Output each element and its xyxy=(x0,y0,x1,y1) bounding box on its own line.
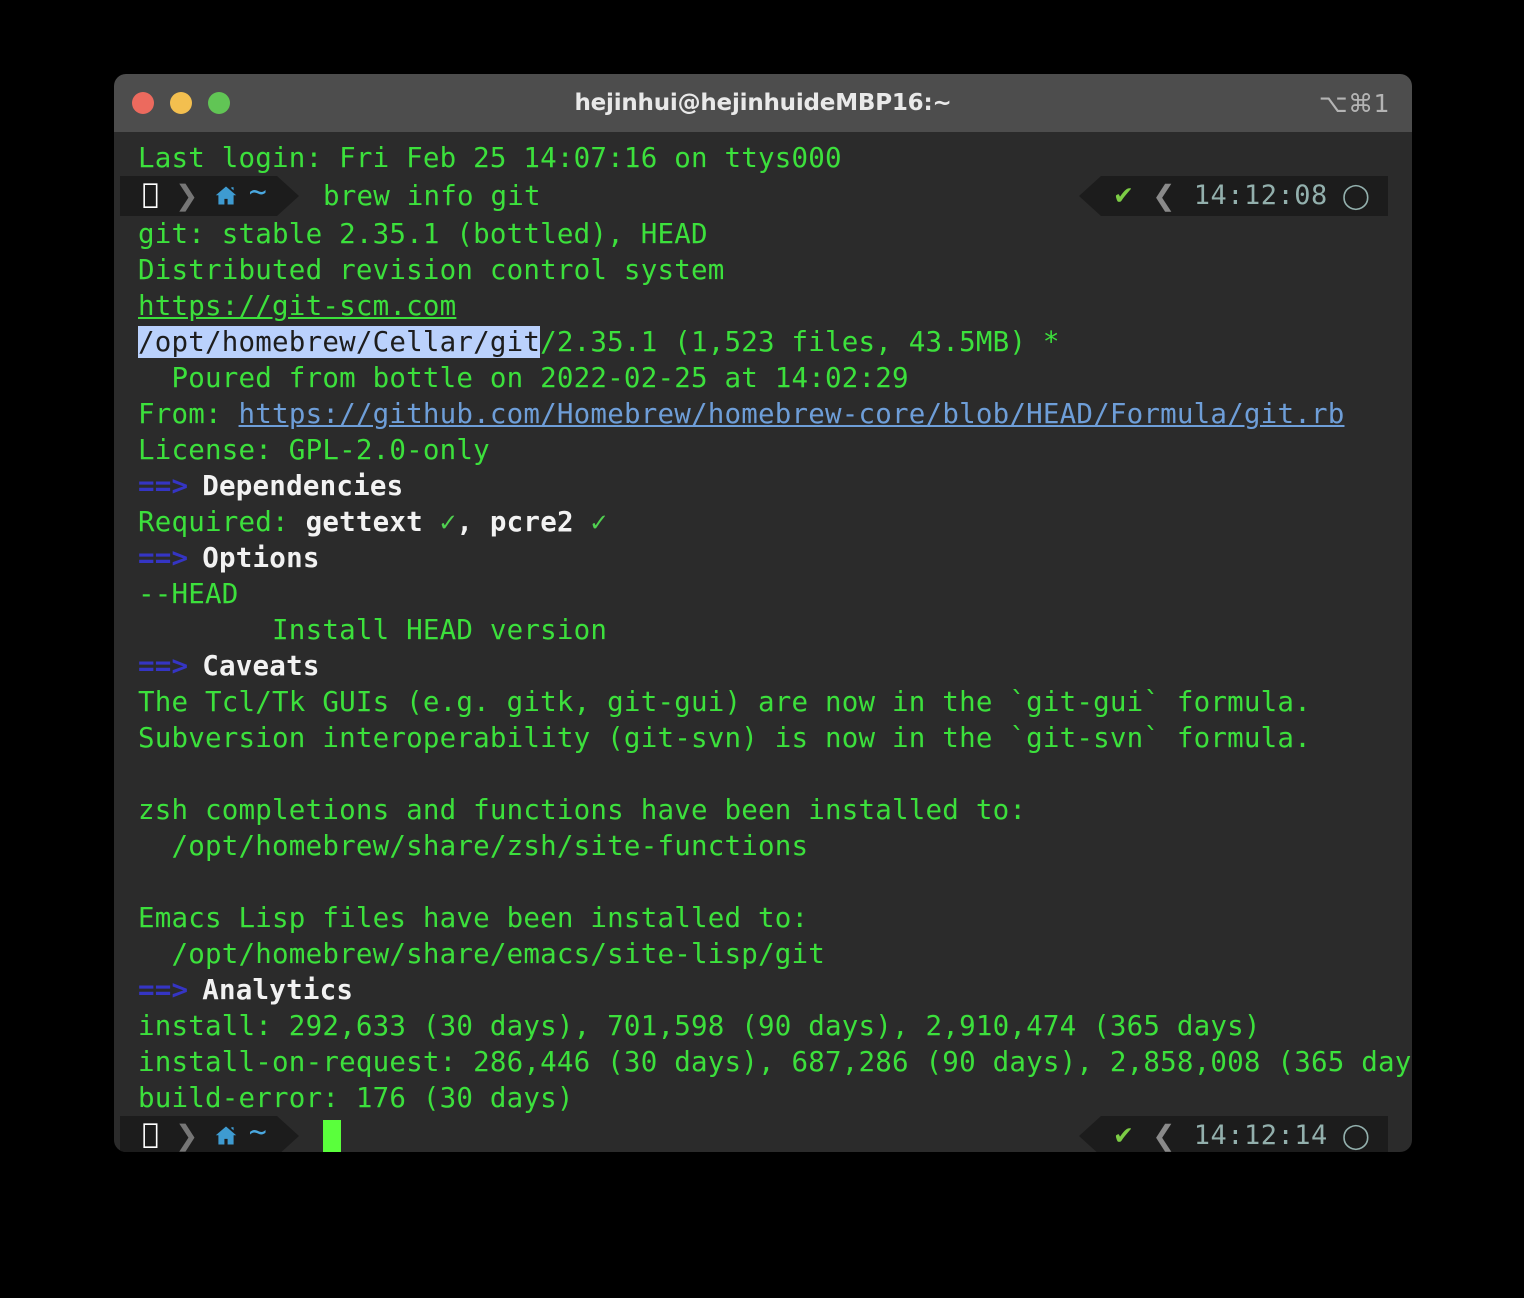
terminal-line-caveat-2: Subversion interoperability (git-svn) is… xyxy=(138,722,1311,754)
chevron-left-icon: ❮ xyxy=(1152,179,1176,212)
close-window-button[interactable] xyxy=(132,92,154,114)
heading-label-options: Options xyxy=(202,542,320,574)
terminal-command-top: brew info git xyxy=(315,180,541,212)
terminal-line-cellar-path: /opt/homebrew/Cellar/git/2.35.1 (1,523 f… xyxy=(114,324,1412,360)
title-bar[interactable]: hejinhui@hejinhuideMBP16:~ ⌥⌘1 xyxy=(114,74,1412,132)
terminal-line-poured: Poured from bottle on 2022-02-25 at 14:0… xyxy=(138,362,909,394)
terminal-line-analytics-install: install: 292,633 (30 days), 701,598 (90 … xyxy=(138,1010,1261,1042)
clock-icon: ◯ xyxy=(1341,1121,1370,1150)
terminal-heading-caveats: ==> Caveats xyxy=(114,648,1412,684)
terminal-line-zsh-2: /opt/homebrew/share/zsh/site-functions xyxy=(138,830,809,862)
prompt-path: ~ xyxy=(240,175,267,210)
prompt-timestamp: 14:12:14 xyxy=(1193,1120,1328,1151)
prompt-status-right-top: ✔ ❮ 14:12:08 ◯ xyxy=(1078,176,1388,216)
terminal-line-caveat-1: The Tcl/Tk GUIs (e.g. gitk, git-gui) are… xyxy=(138,686,1311,718)
terminal-line-analytics-install-on-request: install-on-request: 286,446 (30 days), 6… xyxy=(138,1046,1412,1078)
terminal-line-emacs-1: Emacs Lisp files have been installed to: xyxy=(138,902,809,934)
heading-label-dependencies: Dependencies xyxy=(202,470,404,502)
terminal-line-analytics-build-error: build-error: 176 (30 days) xyxy=(138,1082,574,1114)
terminal-line-option-desc: Install HEAD version xyxy=(138,614,608,646)
prompt-timestamp: 14:12:08 xyxy=(1193,180,1328,211)
section-arrow-icon: ==> xyxy=(138,974,189,1006)
selected-text-cellar-path[interactable]: /opt/homebrew/Cellar/git xyxy=(138,326,541,358)
section-arrow-icon: ==> xyxy=(138,650,189,682)
chevron-left-icon: ❮ xyxy=(1152,1119,1176,1152)
keyboard-shortcut-badge: ⌥⌘1 xyxy=(1318,88,1390,118)
terminal-heading-analytics: ==> Analytics xyxy=(114,972,1412,1008)
home-icon xyxy=(213,1124,239,1148)
minimize-window-button[interactable] xyxy=(170,92,192,114)
dependency-pcre2: pcre2 xyxy=(489,506,574,538)
check-icon-pcre2: ✓ xyxy=(590,506,608,538)
success-check-icon: ✔ xyxy=(1112,1121,1135,1150)
terminal-line-from[interactable]: From: https://github.com/Homebrew/homebr… xyxy=(114,396,1412,432)
home-icon xyxy=(213,184,239,208)
terminal-line-homepage[interactable]: https://git-scm.com xyxy=(114,288,1412,324)
terminal-output-area[interactable]: Last login: Fri Feb 25 14:07:16 on ttys0… xyxy=(114,132,1412,1152)
required-comma: , xyxy=(456,506,490,538)
check-icon-gettext: ✓ xyxy=(439,506,457,538)
success-check-icon: ✔ xyxy=(1112,181,1135,210)
prompt-segment-left:  ❯ ~ xyxy=(120,1115,299,1152)
clock-icon: ◯ xyxy=(1341,181,1370,210)
terminal-line-emacs-2: /opt/homebrew/share/emacs/site-lisp/git xyxy=(138,938,826,970)
dependency-gettext: gettext xyxy=(305,506,423,538)
terminal-line-option-flag: --HEAD xyxy=(138,578,239,610)
apple-icon:  xyxy=(142,1117,159,1150)
terminal-line-last-login: Last login: Fri Feb 25 14:07:16 on ttys0… xyxy=(138,142,842,174)
homepage-link[interactable]: https://git-scm.com xyxy=(138,290,456,322)
apple-icon:  xyxy=(142,177,159,210)
terminal-line-zsh-1: zsh completions and functions have been … xyxy=(138,794,1027,826)
terminal-heading-options: ==> Options xyxy=(114,540,1412,576)
heading-label-caveats: Caveats xyxy=(202,650,320,682)
required-label: Required: xyxy=(138,506,306,538)
heading-label-analytics: Analytics xyxy=(202,974,354,1006)
from-label: From: xyxy=(138,398,239,430)
section-arrow-icon: ==> xyxy=(138,542,189,574)
chevron-right-icon: ❯ xyxy=(167,1119,198,1152)
traffic-lights xyxy=(132,92,230,114)
terminal-line-license: License: GPL-2.0-only xyxy=(138,434,490,466)
terminal-heading-dependencies: ==> Dependencies xyxy=(114,468,1412,504)
section-arrow-icon: ==> xyxy=(138,470,189,502)
prompt-line-bottom[interactable]:  ❯ ~ ✔ ❮ 14:12:14 ◯ xyxy=(114,1115,1412,1152)
terminal-line-description: Distributed revision control system xyxy=(138,254,725,286)
prompt-segment-left:  ❯ ~ xyxy=(120,175,299,216)
terminal-line-formula-summary: git: stable 2.35.1 (bottled), HEAD xyxy=(138,218,708,250)
chevron-right-icon: ❯ xyxy=(167,179,198,212)
window-title: hejinhui@hejinhuideMBP16:~ xyxy=(574,90,952,116)
prompt-path: ~ xyxy=(240,1115,267,1150)
terminal-window[interactable]: hejinhui@hejinhuideMBP16:~ ⌥⌘1 Last logi… xyxy=(114,74,1412,1152)
formula-source-link[interactable]: https://github.com/Homebrew/homebrew-cor… xyxy=(239,398,1345,430)
zoom-window-button[interactable] xyxy=(208,92,230,114)
text-cursor[interactable] xyxy=(322,1120,341,1152)
prompt-line-top[interactable]:  ❯ ~ brew info git ✔ ❮ 14:12:08 ◯ xyxy=(114,175,1412,216)
terminal-line-required: Required: gettext ✓, pcre2 ✓ xyxy=(114,504,1412,540)
cellar-path-rest: /2.35.1 (1,523 files, 43.5MB) * xyxy=(540,326,1060,358)
prompt-status-right-bottom: ✔ ❮ 14:12:14 ◯ xyxy=(1078,1116,1388,1152)
